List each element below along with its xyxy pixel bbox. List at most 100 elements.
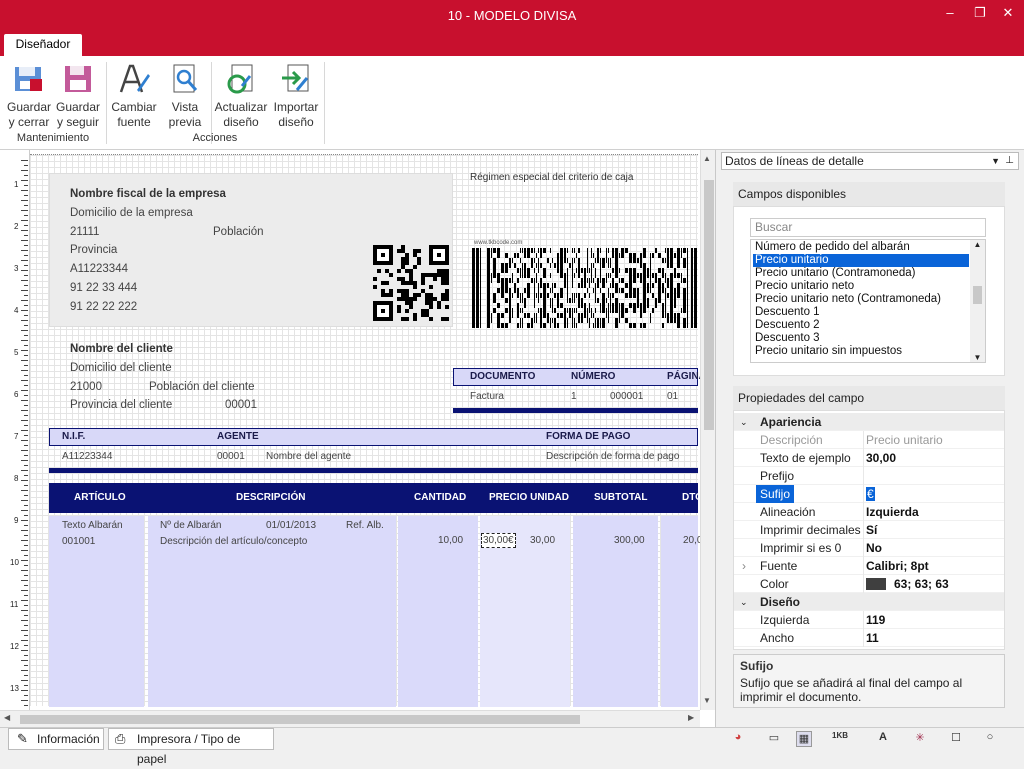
line-subtotal[interactable]: 300,00 xyxy=(614,535,645,546)
field-list-item[interactable]: Precio unitario xyxy=(753,254,969,267)
field-list-item[interactable]: Número de pedido del albarán xyxy=(753,241,969,254)
company-address[interactable]: Domicilio de la empresa xyxy=(70,207,193,219)
docbox-series[interactable]: 1 xyxy=(571,391,577,402)
text-tool-icon[interactable]: A xyxy=(875,731,891,747)
barcode-tool-icon[interactable]: 1KB xyxy=(832,731,848,747)
prop-row-color[interactable]: Color 63; 63; 63 xyxy=(734,575,1004,593)
scroll-right-icon[interactable]: ▶ xyxy=(688,713,694,722)
report-designer[interactable]: 1 2 3 4 5 6 7 8 9 10 11 12 13 Nombre fiscal de la em… xyxy=(0,150,716,727)
scroll-down-icon[interactable]: ▼ xyxy=(703,696,711,705)
line-article-code[interactable]: 001001 xyxy=(62,536,95,547)
field-list-item[interactable]: Descuento 2 xyxy=(753,319,969,332)
pdf417-barcode[interactable] xyxy=(472,248,698,328)
color-swatch[interactable] xyxy=(866,578,886,590)
line-albaran-number[interactable]: Nº de Albarán xyxy=(160,520,221,531)
line-description[interactable]: Descripción del artículo/concepto xyxy=(160,536,307,547)
qr-code[interactable] xyxy=(373,245,449,321)
save-continue-button[interactable]: Guardar y seguir xyxy=(54,60,102,130)
field-list-item[interactable]: Descuento 3 xyxy=(753,332,969,345)
line-albaran-ref[interactable]: Ref. Alb. xyxy=(346,520,384,531)
info-agent-code[interactable]: 00001 xyxy=(217,451,245,462)
company-nif[interactable]: A11223344 xyxy=(70,263,128,275)
category-design[interactable]: ⌄ Diseño xyxy=(734,593,1004,611)
prop-row-decimals[interactable]: Imprimir decimales Sí xyxy=(734,521,1004,539)
import-design-button[interactable]: Importar diseño xyxy=(270,60,322,130)
prop-row-suffix[interactable]: Sufijo € xyxy=(734,485,1004,503)
info-nif[interactable]: A11223344 xyxy=(62,451,112,462)
tab-printer[interactable]: ⎙ Impresora / Tipo de papel xyxy=(108,728,274,766)
prop-row-width[interactable]: Ancho 11 xyxy=(734,629,1004,647)
search-input[interactable]: Buscar xyxy=(750,218,986,237)
company-city[interactable]: Población xyxy=(213,226,264,238)
prop-row-font[interactable]: › Fuente Calibri; 8pt xyxy=(734,557,1004,575)
fields-list-scrollbar[interactable]: ▲ ▼ xyxy=(970,240,985,362)
client-zip[interactable]: 21000 xyxy=(70,381,102,393)
scroll-left-icon[interactable]: ◀ xyxy=(4,713,10,722)
info-payment[interactable]: Descripción de forma de pago xyxy=(546,451,679,462)
minimize-button[interactable]: – xyxy=(940,5,960,20)
client-code[interactable]: 00001 xyxy=(225,399,257,411)
field-list-item[interactable]: Precio unitario neto xyxy=(753,280,969,293)
vertical-scrollbar[interactable]: ▲ ▼ xyxy=(700,150,715,710)
preview-button[interactable]: Vista previa xyxy=(161,60,209,130)
line-albaran-date[interactable]: 01/01/2013 xyxy=(266,520,316,531)
scroll-up-icon[interactable]: ▲ xyxy=(703,154,711,163)
section-combo[interactable]: Datos de líneas de detalle ▼ ⊥ xyxy=(721,152,1019,170)
barcode-cell xyxy=(629,303,632,308)
field-list-item[interactable]: Precio unitario neto (Contramoneda) xyxy=(753,293,969,306)
update-design-button[interactable]: Actualizar diseño xyxy=(214,60,268,130)
line-quantity[interactable]: 10,00 xyxy=(438,535,463,546)
tab-information[interactable]: ✎ Información xyxy=(8,728,104,750)
field-list-item[interactable]: Precio unitario sin impuestos xyxy=(753,345,969,358)
client-city[interactable]: Población del cliente xyxy=(149,381,255,393)
prop-row-prefix[interactable]: Prefijo xyxy=(734,467,1004,485)
change-font-button[interactable]: Cambiar fuente xyxy=(110,60,158,130)
horizontal-scrollbar[interactable]: ◀ ▶ xyxy=(0,710,700,727)
palette-icon[interactable]: ◕ xyxy=(730,731,746,747)
client-province[interactable]: Provincia del cliente xyxy=(70,399,172,411)
field-list-item[interactable]: Descuento 1 xyxy=(753,306,969,319)
company-phone2[interactable]: 91 22 22 222 xyxy=(70,301,137,313)
docbox-number[interactable]: 000001 xyxy=(610,391,643,402)
company-phone1[interactable]: 91 22 33 444 xyxy=(70,282,137,294)
design-canvas[interactable]: Nombre fiscal de la empresa Domicilio de… xyxy=(30,154,706,707)
suffix-input[interactable]: € xyxy=(866,487,875,501)
category-appearance[interactable]: ⌄ Apariencia xyxy=(734,413,1004,431)
field-list-item[interactable]: Precio unitario (Contramoneda) xyxy=(753,267,969,280)
docbox-doc-type[interactable]: Factura xyxy=(470,391,504,402)
prop-row-align[interactable]: Alineación Izquierda xyxy=(734,503,1004,521)
tab-designer[interactable]: Diseñador xyxy=(4,34,82,56)
chevron-right-icon[interactable]: › xyxy=(742,557,746,575)
company-province[interactable]: Provincia xyxy=(70,244,117,256)
fields-scroll-thumb[interactable] xyxy=(973,286,982,304)
save-close-button[interactable]: Guardar y cerrar xyxy=(5,60,53,130)
client-name[interactable]: Nombre del cliente xyxy=(70,343,173,355)
vertical-scroll-thumb[interactable] xyxy=(704,180,714,430)
horizontal-scroll-thumb[interactable] xyxy=(20,715,580,724)
line-tool-icon[interactable]: ✳ xyxy=(912,731,928,747)
prop-row-print-zero[interactable]: Imprimir si es 0 No xyxy=(734,539,1004,557)
line-article-text[interactable]: Texto Albarán xyxy=(62,520,123,531)
info-agent-name[interactable]: Nombre del agente xyxy=(266,451,351,462)
company-name[interactable]: Nombre fiscal de la empresa xyxy=(70,188,226,200)
fields-list[interactable]: Número de pedido del albarán Precio unita… xyxy=(750,239,986,363)
prop-row-description[interactable]: Descripción Precio unitario xyxy=(734,431,1004,449)
ellipse-tool-icon[interactable]: ○ xyxy=(982,731,998,747)
line-price-selected-field[interactable]: 30,00€ xyxy=(481,533,516,548)
chevron-down-icon[interactable]: ▼ xyxy=(991,153,1000,169)
scroll-down-icon[interactable]: ▼ xyxy=(970,353,985,362)
rectangle-tool-icon[interactable]: ☐ xyxy=(948,731,964,747)
field-tool-icon[interactable]: ▭ xyxy=(766,731,782,747)
line-unit-price[interactable]: 30,00 xyxy=(530,535,555,546)
client-address[interactable]: Domicilio del cliente xyxy=(70,362,172,374)
table-tool-icon[interactable]: ▦ xyxy=(796,731,812,747)
prop-row-left[interactable]: Izquierda 119 xyxy=(734,611,1004,629)
regime-text[interactable]: Régimen especial del criterio de caja xyxy=(470,172,633,183)
company-zip[interactable]: 21111 xyxy=(70,226,99,238)
close-button[interactable]: ✕ xyxy=(998,5,1018,21)
scroll-up-icon[interactable]: ▲ xyxy=(970,240,985,249)
docbox-page[interactable]: 01 xyxy=(667,391,678,402)
pin-icon[interactable]: ⊥ xyxy=(1005,153,1014,169)
maximize-button[interactable]: ❐ xyxy=(970,5,990,21)
prop-row-sample[interactable]: Texto de ejemplo 30,00 xyxy=(734,449,1004,467)
